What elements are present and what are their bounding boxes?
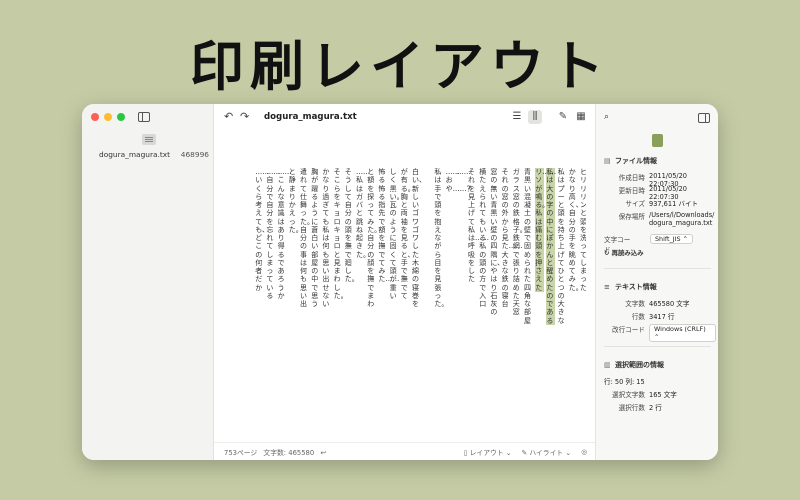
text-column: ……こんな意識はあり得るであろうか xyxy=(277,168,292,300)
text-column: 遣れて仕舞った。自分の事は何も思い出 xyxy=(300,168,314,308)
app-window: dogura_magura.txt 468996 ↶ ↷ dogura_magu… xyxy=(82,104,718,460)
sel-chars-row: 選択文字数 165 文字 xyxy=(604,389,716,399)
text-column: 私はプーと頭を持ち上げてひとつの大きな xyxy=(557,168,565,325)
char-count: 文字数: 465580 xyxy=(263,449,315,457)
text-column: ヒリリリンと頭を洗ってしまった。 xyxy=(580,168,586,292)
document-title: dogura_magura.txt xyxy=(264,112,357,122)
layout-menu-label: レイアウト xyxy=(469,449,504,457)
text-column: ……私はガバと跳ね起きた。 xyxy=(356,168,370,259)
encoding-value: Shift_JIS xyxy=(655,235,681,243)
file-list-item[interactable]: dogura_magura.txt 468996 xyxy=(99,150,209,159)
text-column: それの窓の外から見た……大きな鉄の寝台 xyxy=(501,168,523,308)
page-count: 753ページ xyxy=(224,449,258,457)
minimize-window-button[interactable] xyxy=(104,113,112,121)
file-name: dogura_magura.txt xyxy=(99,150,171,159)
size-row: サイズ 937,611 バイト xyxy=(604,198,716,208)
back-button[interactable]: ↶ xyxy=(224,110,233,123)
sidebar: dogura_magura.txt 468996 xyxy=(82,104,214,460)
location-label: 保存場所 xyxy=(618,213,645,221)
proofread-icon[interactable]: ✎ xyxy=(556,110,570,124)
line-count-label: 行数 xyxy=(631,313,645,321)
forward-button[interactable]: ↷ xyxy=(240,110,249,123)
location-value[interactable]: /Users/l/Downloads/dogura_magura.txt xyxy=(649,211,716,227)
line-count-row: 行数 3417 行 xyxy=(604,311,716,321)
text-column: リ……ソが鳴る。私は痛む頭を押さえた xyxy=(535,168,556,292)
encoding-select[interactable]: Shift_JIS ⌃ xyxy=(650,234,693,244)
sel-lines-row: 選択行数 2 行 xyxy=(604,402,716,412)
text-column: ……おや……？ xyxy=(445,168,474,193)
inspector-panel: ⌕ ▤ ファイル情報 作成日時 2011/05/20 22:07:30 更新日時 20… xyxy=(595,104,718,460)
newline-value: Windows (CRLF) xyxy=(654,325,706,333)
size-label: サイズ xyxy=(625,200,645,208)
ruby-icon[interactable]: ▦ xyxy=(574,110,588,124)
highlight-menu[interactable]: ✎ ハイライト ⌄ xyxy=(521,447,571,457)
text-column: ……自分で自分を忘れてしまっている xyxy=(266,168,281,300)
sel-chars-value: 165 文字 xyxy=(649,391,677,399)
sel-lines-value: 2 行 xyxy=(649,404,662,412)
text-info-icon: ≡ xyxy=(604,283,610,291)
sidebar-toggle-icon[interactable] xyxy=(138,112,150,122)
document-icon xyxy=(652,134,663,147)
text-column: 窓の無い青黒い壁の四隅に、やはり石灰の xyxy=(490,168,505,317)
selection-header: ▥ 選択範囲の情報 xyxy=(604,360,664,370)
text-column: ……いくら考えても、どこの何者だか xyxy=(255,168,270,292)
text-info-header: ≡ テキスト情報 xyxy=(604,282,657,292)
selection-title: 選択範囲の情報 xyxy=(615,361,664,369)
highlight-menu-label: ハイライト xyxy=(529,449,564,457)
layout-menu[interactable]: ▯ レイアウト ⌄ xyxy=(464,447,512,457)
text-column: 青黒い混凝土の壁で固められた四角な部屋 xyxy=(524,168,531,325)
text-column: が有る。胸と両袖を見ると、手で撫でて xyxy=(400,168,415,300)
settings-icon[interactable]: ◎ xyxy=(581,448,587,456)
vertical-text-page[interactable]: ヒリリリンと頭を洗ってしまった。かなり高く、自分の手を眺めてみた。私はプーと頭を… xyxy=(224,134,586,439)
sel-lines-label: 選択行数 xyxy=(618,404,645,412)
text-column: かなり過ぎても私は何も思い出せない xyxy=(322,168,330,308)
return-icon: ↩ xyxy=(320,449,327,457)
file-info-title: ファイル情報 xyxy=(615,157,657,165)
text-column: かなり高く、自分の手を眺めてみた。 xyxy=(568,168,583,292)
text-column: と静まりかえった。 xyxy=(288,168,303,234)
sel-chars-label: 選択文字数 xyxy=(612,391,645,399)
close-window-button[interactable] xyxy=(91,113,99,121)
zoom-window-button[interactable] xyxy=(117,113,125,121)
newline-select[interactable]: Windows (CRLF) ⌃ xyxy=(649,324,716,342)
text-file-icon xyxy=(142,134,156,145)
toolbar: ↶ ↷ dogura_magura.txt ☰ ⫼ ✎ ▦ xyxy=(214,104,595,130)
size-value: 937,611 バイト xyxy=(649,200,699,208)
file-size: 468996 xyxy=(180,150,209,159)
position-value: 行: 50 列: 15 xyxy=(604,378,645,386)
position-row: 行: 50 列: 15 xyxy=(604,376,716,386)
divider xyxy=(604,268,711,269)
text-column: 私は大の字の中にぽかんと醒めたのである xyxy=(546,168,556,325)
text-column: そうして自分の頭を撫で廻した。 xyxy=(344,168,359,284)
inspector-toggle-icon[interactable] xyxy=(698,113,710,123)
promo-title: 印刷レイアウト xyxy=(190,34,610,98)
search-icon[interactable]: ⌕ xyxy=(604,112,616,124)
text-column: そこらをキョロキョロと見まわした。 xyxy=(333,168,348,300)
file-info-header: ▤ ファイル情報 xyxy=(604,156,657,166)
inspector-toolbar: ⌕ xyxy=(604,112,710,126)
text-column: 胸が躍るように蒼白い部屋の中で思う xyxy=(311,168,319,308)
divider xyxy=(604,346,711,347)
file-info-icon: ▤ xyxy=(604,157,611,165)
line-spacing-icon[interactable]: ☰ xyxy=(510,110,524,124)
text-info-title: テキスト情報 xyxy=(615,283,657,291)
char-count-value: 465580 文字 xyxy=(649,300,690,308)
newline-label: 改行コード xyxy=(612,326,645,334)
char-count-label: 文字数 xyxy=(625,300,645,308)
char-count-row: 文字数 465580 文字 xyxy=(604,298,716,308)
newline-row: 改行コード Windows (CRLF) ⌃ xyxy=(604,324,716,342)
selection-icon: ▥ xyxy=(604,361,611,369)
line-count-value: 3417 行 xyxy=(649,313,675,321)
window-controls xyxy=(91,113,125,121)
reload-label: 再読み込み xyxy=(611,249,644,257)
reload-button[interactable]: ↻ 再読み込み xyxy=(604,248,644,257)
location-row: 保存場所/Users/l/Downloads/dogura_magura.txt xyxy=(604,211,716,227)
vertical-layout-icon[interactable]: ⫼ xyxy=(528,110,542,124)
document-area: ↶ ↷ dogura_magura.txt ☰ ⫼ ✎ ▦ ヒリリリンと頭を洗っ… xyxy=(214,104,595,460)
text-column: 私は手で頭を抱えながら目を見張った。 xyxy=(434,168,449,308)
text-column: と額を探ってみた。自分の顔を撫でまわ xyxy=(367,168,382,308)
status-bar: 753ページ 文字数: 465580 ↩ ▯ レイアウト ⌄ ✎ ハイライト ⌄… xyxy=(214,442,595,460)
